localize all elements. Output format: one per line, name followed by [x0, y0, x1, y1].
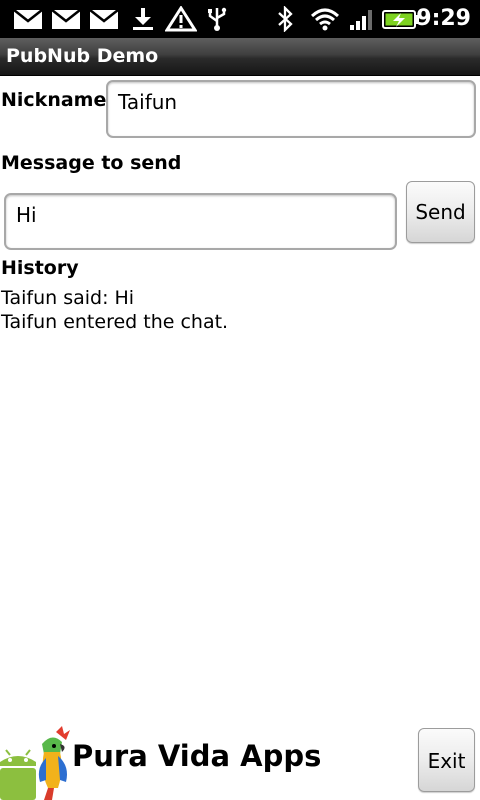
footer-brand: Pura Vida Apps — [72, 739, 322, 773]
download-icon — [133, 8, 153, 30]
signal-icon — [350, 10, 372, 30]
nickname-field[interactable]: Taifun — [106, 80, 476, 138]
pura-vida-logo — [0, 726, 70, 800]
send-button[interactable]: Send — [406, 181, 475, 243]
nickname-label: Nickname — [1, 89, 107, 111]
message-field[interactable]: Hi — [4, 193, 397, 250]
status-bar: 9:29 — [0, 0, 480, 38]
message-value: Hi — [16, 203, 37, 227]
clock: 9:29 — [416, 6, 471, 31]
nickname-value: Taifun — [118, 90, 178, 114]
exit-button[interactable]: Exit — [418, 728, 475, 792]
warning-icon — [165, 6, 197, 32]
bluetooth-icon — [278, 6, 293, 32]
battery-charging-icon — [382, 10, 419, 29]
mail-icon — [13, 9, 43, 29]
app-title: PubNub Demo — [6, 45, 159, 67]
wifi-icon — [310, 8, 340, 31]
history-line: Taifun said: Hi — [1, 287, 135, 309]
title-bar: PubNub Demo — [0, 38, 480, 76]
message-label: Message to send — [1, 152, 182, 174]
usb-icon — [208, 7, 227, 31]
history-line: Taifun entered the chat. — [1, 311, 229, 333]
history-title: History — [1, 257, 79, 279]
mail-icon — [89, 9, 119, 29]
mail-icon — [51, 9, 81, 29]
